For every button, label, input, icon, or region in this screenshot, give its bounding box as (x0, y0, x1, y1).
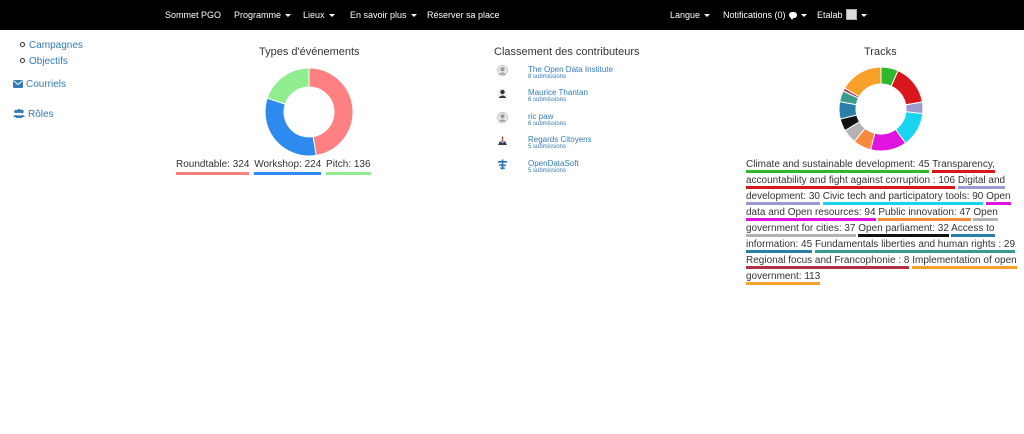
contributors-title: Classement des contributeurs (494, 46, 640, 58)
sidebar-item-courriels[interactable]: Courriels (13, 79, 66, 90)
bullet-icon (20, 58, 25, 63)
donut-slice-roundtable (308, 67, 354, 156)
nav-langue-label: Langue (670, 10, 701, 20)
sidebar-item-label: Campagnes (29, 40, 83, 51)
brand-link[interactable]: Sommet PGO (165, 0, 221, 30)
nav-programme-label: Programme (234, 10, 282, 20)
caret-down-icon (800, 14, 807, 17)
legend-item-roundtable: Roundtable: 324 (176, 159, 250, 175)
bullet-icon (20, 42, 25, 47)
sidebar-item-roles[interactable]: Rôles (13, 109, 54, 120)
legend-item-workshop: Workshop: 224 (254, 159, 322, 175)
tracks-legend: Climate and sustainable development: 45 … (746, 157, 1018, 285)
nav-programme-dropdown[interactable]: Programme (234, 0, 292, 30)
event-types-donut-chart (264, 67, 354, 157)
nav-notifications-dropdown[interactable]: Notifications (0) (723, 0, 807, 30)
caret-down-icon (410, 14, 417, 17)
comment-icon (788, 12, 797, 20)
legend-item-track: Regional focus and Francophonie : 8 (746, 255, 910, 269)
caret-down-icon (704, 14, 711, 17)
nav-langue-dropdown[interactable]: Langue (670, 0, 711, 30)
donut-slice-transparency-accountability-and-fight-against-corruption (890, 69, 923, 106)
contributor-submissions: 5 submissions (528, 144, 567, 150)
users-icon (13, 109, 25, 118)
sidebar-item-label: Courriels (26, 79, 67, 90)
event-types-legend: Roundtable: 324 Workshop: 224 Pitch: 136 (176, 159, 373, 175)
nav-notifications-label: Notifications (0) (723, 10, 786, 20)
envelope-icon (13, 80, 23, 88)
legend-item-track: Civic tech and participatory tools: 90 (822, 191, 984, 205)
sidebar-item-campagnes[interactable]: Campagnes (20, 40, 83, 51)
avatar (845, 9, 857, 20)
legend-item-track: Open parliament: 32 (858, 223, 949, 237)
caret-down-icon (285, 14, 292, 17)
user-photo-icon (497, 88, 508, 99)
nav-en-savoir-plus-dropdown[interactable]: En savoir plus (350, 0, 417, 30)
nav-en-savoir-plus-label: En savoir plus (350, 10, 407, 20)
donut-slice-pitch (266, 67, 310, 105)
contributor-name[interactable]: The Open Data Institute (528, 65, 613, 74)
contributor-submissions: 6 submissions (528, 97, 567, 103)
regards-citoyens-logo-icon (498, 135, 507, 145)
opendatasoft-logo-icon (498, 159, 507, 170)
contributor-submissions: 5 submissions (528, 168, 567, 174)
contributor-submissions: 8 submissions (528, 74, 567, 80)
legend-item-pitch: Pitch: 136 (326, 159, 371, 175)
legend-item-track: Fundamentals liberties and human rights … (814, 239, 1016, 253)
nav-lieux-dropdown[interactable]: Lieux (303, 0, 335, 30)
default-avatar-icon (497, 65, 508, 76)
legend-item-track: Public innovation: 47 (878, 207, 971, 221)
contributor-name[interactable]: ric paw (528, 112, 553, 121)
sidebar-item-objectifs[interactable]: Objectifs (20, 56, 68, 67)
nav-user-label: Etalab (817, 10, 843, 20)
default-avatar-icon (497, 112, 508, 123)
sidebar-item-label: Rôles (28, 109, 54, 120)
tracks-title: Tracks (864, 46, 897, 58)
nav-reserver-link[interactable]: Réserver sa place (427, 0, 500, 30)
legend-item-track: Climate and sustainable development: 45 (746, 159, 930, 173)
event-types-title: Types d'événements (259, 46, 360, 58)
donut-slice-workshop (264, 97, 317, 157)
nav-lieux-label: Lieux (303, 10, 325, 20)
tracks-donut-chart (838, 66, 924, 152)
nav-user-dropdown[interactable]: Etalab (817, 0, 867, 30)
caret-down-icon (860, 14, 867, 17)
sidebar-item-label: Objectifs (29, 56, 68, 67)
contributor-name[interactable]: Maurice Thantan (528, 88, 588, 97)
top-navbar: Sommet PGO Programme Lieux En savoir plu… (0, 0, 1024, 30)
contributor-name[interactable]: Regards Citoyens (528, 135, 592, 144)
caret-down-icon (328, 14, 335, 17)
contributor-submissions: 6 submissions (528, 121, 567, 127)
contributor-name[interactable]: OpenDataSoft (528, 159, 579, 168)
